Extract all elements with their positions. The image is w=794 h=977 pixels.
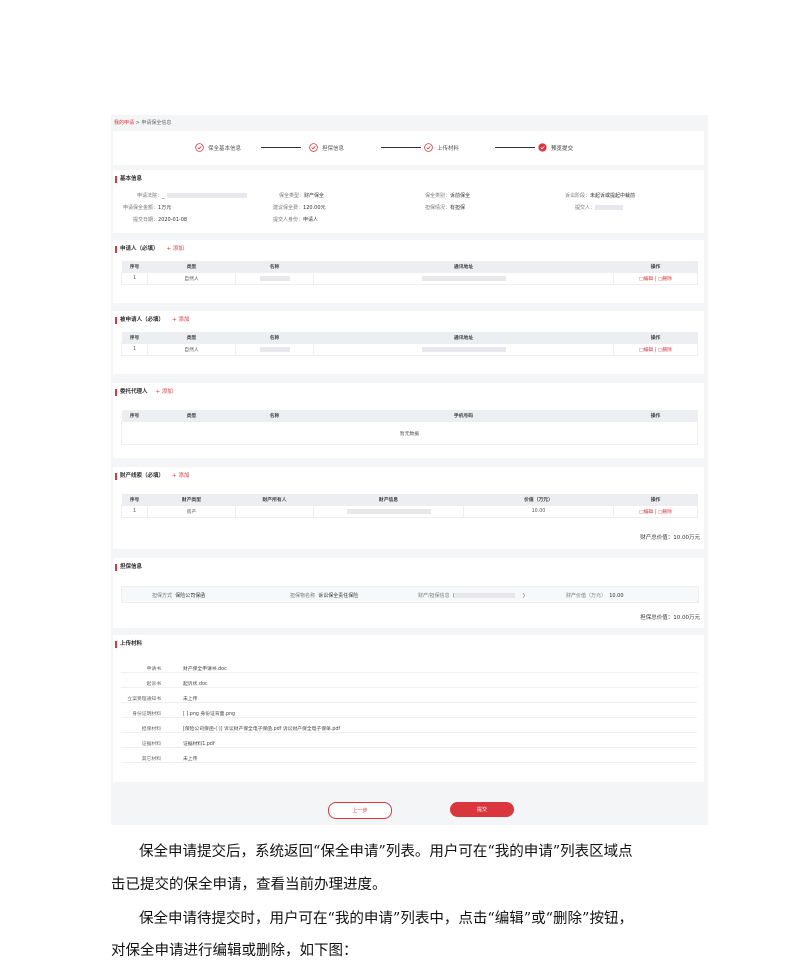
paragraph-line: 保全申请待提交时，用户可在“我的申请”列表中，点击“编辑”或“删除”按钮， [139,911,633,927]
material-row: 身份证明材料[ ].png 身份证背面.png [121,708,697,718]
guarantee-section: 担保信息 担保方式 保险公司保函 担保物名称 诉讼保全责任保险 财产/担保信息 … [113,558,704,628]
row-actions[interactable]: □编辑 | □删除 [613,272,698,285]
step-label: 预览提交 [551,145,574,152]
guarantee-row: 担保方式 保险公司保函 担保物名称 诉讼保全责任保险 财产/担保信息 () 财产… [121,586,699,603]
add-respondent-button[interactable]: + 添加 [172,317,189,323]
property-table: 序号 财产类型 财产所有人 财产信息 价值（万元） 操作 1 房产 10.00 □编辑 | □删… [121,494,698,518]
basic-info-section: 基本信息 申请法院：_ 保全类型：财产保全 保全类别：诉前保全 诉讼阶段：未起诉… [113,170,704,233]
materials-section: 上传材料 申请书 财产保全申请书.doc 起诉书 起诉状.doc 立案受理通知书 未上… [113,635,704,782]
material-row: 担保材料 [保险公司保函-( )] 诉讼财产保全电子保函.pdf 诉讼财产保全电子… [121,723,697,733]
section-title: 财产线索（必填） + 添加 [115,473,189,480]
stage-field: 诉讼阶段：未起诉或提起中裁前 [565,193,636,199]
property-total: 财产总价值：10.00万元 [640,535,700,541]
preview-panel: 我的申请 > 申请保全信息 保全基本信息 担保信息 上传材料 预览提交 基本信息… [111,115,708,825]
section-title: 被申请人（必填） + 添加 [115,317,189,324]
type-field: 保全类型：财产保全 [279,193,325,199]
section-title: 担保信息 [115,564,142,571]
step-label: 保全基本信息 [208,145,242,152]
applicant-table: 序号 类型 名称 通讯地址 操作 1 自然人 □编辑 | □删除 [121,261,698,285]
step-basic: 保全基本信息 [195,143,241,152]
paragraph-line: 对保全申请进行编辑或删除，如下图： [111,943,358,959]
empty-state: 暂无数据 [121,421,698,445]
table-row: 1 自然人 □编辑 | □删除 [121,272,698,285]
material-row: 立案受理通知书 未上传 [121,693,697,703]
material-row: 其它材料 未上传 [121,753,697,763]
check-circle-filled-icon [538,143,547,152]
property-section: 财产线索（必填） + 添加 序号 财产类型 财产所有人 财产信息 价值（万元） 操作 1 房产… [113,467,704,549]
identity-field: 提交人身份：申请人 [273,217,319,223]
step-label: 担保信息 [322,145,345,152]
step-guarantee: 担保信息 [309,143,344,152]
breadcrumb-current: 申请保全信息 [141,120,172,126]
court-field: 申请法院：_ [137,192,247,199]
guarantee-value: 财产价值（万元） 10.00 [566,593,624,599]
step-label: 上传材料 [437,145,460,152]
row-actions[interactable]: □编辑 | □删除 [613,505,698,518]
section-title: 委托代理人 + 添加 [115,389,173,396]
date-field: 提交日期：2020-01-08 [133,217,188,223]
step-connector [381,147,421,148]
guarantee-prop: 财产/担保信息 () [418,593,525,599]
material-row: 申请书 财产保全申请书.doc [121,663,697,673]
category-field: 保全类别：诉前保全 [425,193,471,199]
submitter-field: 提交人： [575,204,624,211]
material-row: 证据材料 证据材料1.pdf [121,738,697,748]
guarantee-item: 担保物名称 诉讼保全责任保险 [290,593,359,599]
step-preview: 预览提交 [538,143,573,152]
respondent-section: 被申请人（必填） + 添加 序号 类型 名称 通讯地址 操作 1 自然人 □编辑 | □删除 [113,311,704,374]
paragraph-line: 保全申请提交后，系统返回“保全申请”列表。用户可在“我的申请”列表区域点 [139,844,633,860]
submit-button[interactable]: 提交 [450,802,514,817]
applicant-section: 申请人（必填） + 添加 序号 类型 名称 通讯地址 操作 1 自然人 □编辑 | □删除 [113,240,704,303]
add-agent-button[interactable]: + 添加 [156,389,173,395]
check-circle-icon [195,143,204,152]
step-connector [495,147,535,148]
material-row: 起诉书 起诉状.doc [121,678,697,688]
check-circle-icon [309,143,318,152]
table-row: 1 自然人 □编辑 | □删除 [121,343,698,356]
guarantee-status-field: 担保情况：有担保 [425,205,466,211]
section-title: 上传材料 [115,641,142,648]
add-property-button[interactable]: + 添加 [172,473,189,479]
respondent-table: 序号 类型 名称 通讯地址 操作 1 自然人 □编辑 | □删除 [121,332,698,356]
agent-table: 序号 类型 名称 手机号码 操作 暂无数据 [121,410,698,445]
guarantee-method: 担保方式 保险公司保函 [152,593,206,599]
row-actions[interactable]: □编辑 | □删除 [613,343,698,356]
section-title: 基本信息 [115,176,142,183]
breadcrumb-link[interactable]: 我的申请 [114,120,134,126]
check-circle-icon [424,143,433,152]
previous-step-button[interactable]: 上一步 [328,802,392,819]
agent-section: 委托代理人 + 添加 序号 类型 名称 手机号码 操作 暂无数据 [113,383,704,458]
section-title: 申请人（必填） + 添加 [115,246,184,253]
guarantee-total: 担保总价值：10.00万元 [640,615,700,621]
step-upload: 上传材料 [424,143,459,152]
amount-field: 申请保全金额：1万元 [123,205,172,211]
step-connector [261,147,301,148]
table-row: 1 房产 10.00 □编辑 | □删除 [121,505,698,518]
breadcrumb: 我的申请 > 申请保全信息 [114,119,171,126]
step-bar: 保全基本信息 担保信息 上传材料 预览提交 [113,131,704,165]
add-applicant-button[interactable]: + 添加 [167,246,184,252]
paragraph-line: 击已提交的保全申请，查看当前办理进度。 [111,877,387,893]
suggest-fee-field: 建议保全费：120.00元 [273,205,326,211]
